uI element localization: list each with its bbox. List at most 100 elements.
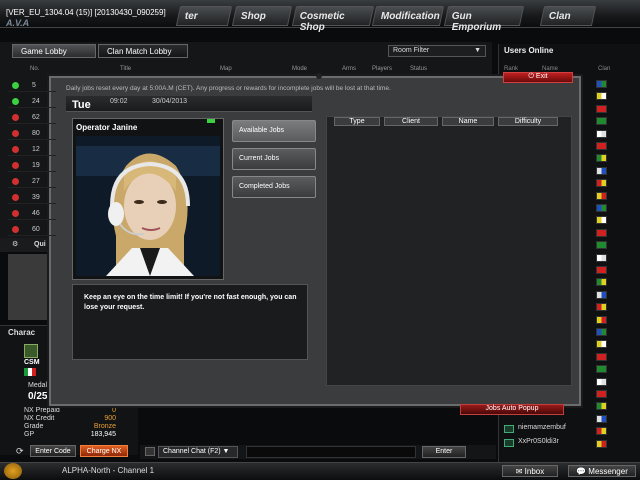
daily-reset-notice: Daily jobs reset every day at 5:00A.M (C…	[66, 85, 391, 92]
country-flag-icon	[596, 390, 607, 398]
room-row[interactable]: 46	[8, 208, 56, 220]
stat-value: 183,945	[90, 431, 116, 438]
refresh-icon[interactable]: ⟳	[16, 446, 24, 457]
day-label: Tue	[72, 99, 91, 111]
room-filter-dropdown[interactable]: Room Filter ▼	[388, 45, 486, 57]
day-bar	[66, 96, 312, 112]
tab-clan[interactable]: Clan	[539, 6, 597, 26]
tab-partial[interactable]: ter	[175, 6, 233, 26]
inbox-button[interactable]: ✉ Inbox	[502, 465, 558, 477]
gear-icon: ⚙	[12, 241, 19, 248]
room-status-icon	[12, 178, 19, 185]
country-flag-icon	[596, 92, 607, 101]
tab-shop[interactable]: Shop	[231, 6, 293, 26]
country-flag-icon	[596, 80, 607, 88]
dialog-pin	[316, 73, 322, 79]
tab-modification[interactable]: Modification	[371, 6, 445, 26]
tab-cosmetic-shop[interactable]: Cosmetic Shop	[291, 6, 375, 33]
room-row[interactable]: 5	[8, 80, 56, 92]
col-client[interactable]: Client	[384, 117, 438, 126]
country-flag-icon	[596, 266, 607, 274]
stat-value: 0	[112, 407, 116, 414]
room-row[interactable]: 39	[8, 192, 56, 204]
room-number: 46	[32, 210, 40, 217]
col-name[interactable]: Name	[442, 117, 494, 126]
user-row[interactable]: XxPr0S0ldi3r	[502, 438, 594, 449]
tab-current-jobs[interactable]: Current Jobs	[232, 148, 316, 170]
chat-enter-button[interactable]: Enter	[422, 446, 466, 458]
country-flag-icon	[596, 253, 607, 262]
tab-gun-emporium[interactable]: Gun Emporium	[443, 6, 525, 33]
country-flag-icon	[596, 104, 607, 113]
country-flag-icon	[596, 315, 607, 324]
stat-label: Grade	[24, 423, 44, 430]
country-flag-icon	[596, 191, 607, 200]
country-flag-icon	[596, 365, 607, 374]
quick-join-bar[interactable]: ⚙ Qui	[0, 238, 48, 252]
country-flag-icon	[596, 427, 607, 436]
operator-portrait	[76, 136, 220, 276]
country-flag-icon	[596, 340, 607, 349]
col-no: No.	[30, 66, 40, 72]
stat-value: Bronze	[93, 423, 116, 430]
room-row[interactable]: 24	[8, 96, 56, 108]
stat-label: NX Credit	[24, 415, 55, 422]
quick-label: Qui	[34, 241, 46, 248]
country-flag-icon	[596, 216, 607, 225]
room-row[interactable]: 19	[8, 160, 56, 172]
country-flag-icon	[596, 377, 607, 386]
character-title: Charac	[8, 328, 36, 337]
chat-input[interactable]	[246, 446, 416, 458]
job-list[interactable]	[326, 116, 572, 386]
col-clan: Clan	[598, 66, 611, 72]
quick-emblem	[8, 254, 48, 320]
room-status-icon	[12, 114, 19, 121]
stat-value: 900	[104, 415, 116, 422]
country-flag-icon	[596, 352, 607, 361]
italy-flag-icon	[24, 368, 36, 376]
mail-icon: ✉	[515, 467, 525, 476]
country-flag-icon	[596, 303, 607, 312]
room-number: 19	[32, 162, 40, 169]
charge-nx-button[interactable]: Charge NX	[80, 445, 128, 457]
room-status-icon	[12, 146, 19, 153]
tab-clan-match-lobby[interactable]: Clan Match Lobby	[98, 44, 188, 58]
room-number: 80	[32, 130, 40, 137]
room-row[interactable]: 60	[8, 224, 56, 236]
room-status-icon	[12, 194, 19, 201]
tab-game-lobby[interactable]: Game Lobby	[12, 44, 96, 58]
tab-completed-jobs[interactable]: Completed Jobs	[232, 176, 316, 198]
country-flag-icon	[596, 278, 607, 287]
user-row[interactable]: niemamzembuf	[502, 424, 594, 435]
rank-icon	[504, 425, 514, 433]
room-status-icon	[12, 226, 19, 233]
version-label: [VER_EU_1304.04 (15)] [20130430_090259]	[6, 8, 166, 17]
room-number: 5	[32, 82, 36, 89]
col-arms: Arms	[342, 66, 356, 72]
room-row[interactable]: 27	[8, 176, 56, 188]
country-flag-icon	[596, 402, 607, 411]
enter-code-button[interactable]: Enter Code	[30, 445, 76, 457]
room-row[interactable]: 80	[8, 128, 56, 140]
country-flag-icon	[596, 142, 607, 150]
chat-toggle-icon[interactable]	[145, 447, 155, 456]
messenger-button[interactable]: 💬 Messenger	[568, 465, 636, 477]
exit-button[interactable]: ⏻ Exit	[503, 72, 573, 83]
stat-label: NX Prepaid	[24, 407, 60, 414]
stat-label: GP	[24, 431, 35, 438]
jobs-auto-popup-toggle[interactable]: Jobs Auto Popup	[460, 404, 564, 415]
room-row[interactable]: 12	[8, 144, 56, 156]
date-label: 30/04/2013	[152, 98, 188, 105]
country-flag-icon	[596, 328, 607, 336]
tab-available-jobs[interactable]: Available Jobs	[232, 120, 316, 142]
room-row[interactable]: 62	[8, 112, 56, 124]
col-mode: Mode	[292, 66, 308, 72]
country-flag-icon	[596, 290, 607, 299]
chat-channel-select[interactable]: Channel Chat (F2) ▼	[158, 446, 238, 458]
col-difficulty[interactable]: Difficulty	[498, 117, 558, 126]
room-number: 27	[32, 178, 40, 185]
col-type[interactable]: Type	[334, 117, 380, 126]
country-flag-icon	[596, 241, 607, 250]
rank-badge-icon	[24, 344, 38, 358]
room-status-icon	[12, 210, 19, 217]
